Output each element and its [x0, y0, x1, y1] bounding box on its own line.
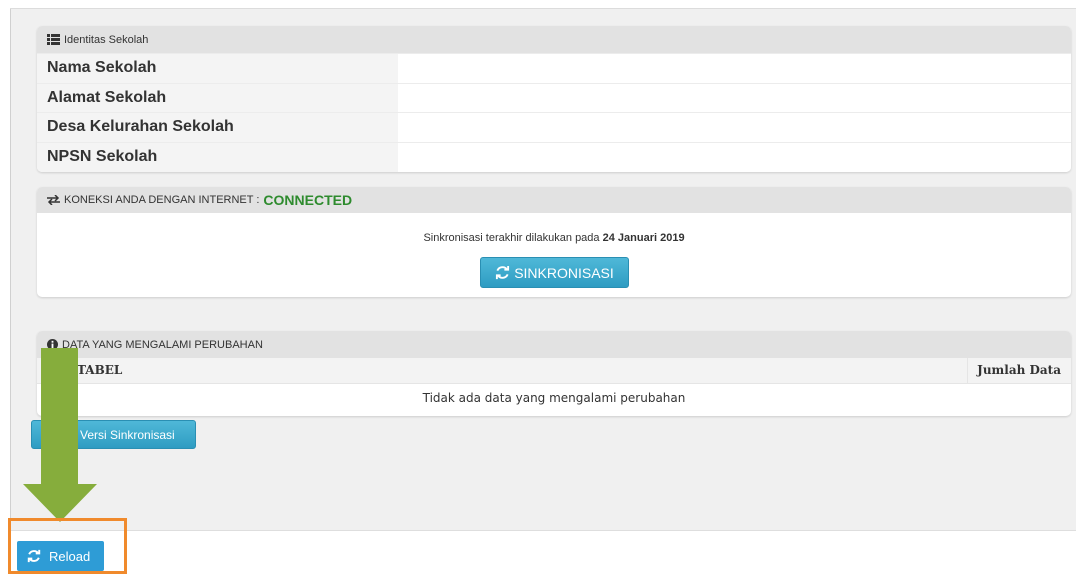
refresh-icon — [495, 265, 510, 280]
perubahan-title: DATA YANG MENGALAMI PERUBAHAN — [62, 338, 263, 351]
annotation-arrow-shaft — [41, 348, 78, 486]
table-row: NPSN Sekolah — [37, 141, 1071, 172]
identitas-table: Nama Sekolah Alamat Sekolah Desa Kelurah… — [37, 53, 1071, 172]
nama-sekolah-label: Nama Sekolah — [37, 53, 398, 83]
last-sync-date: 24 Januari 2019 — [602, 232, 685, 244]
column-jumlah-data: Jumlah Data — [966, 358, 1071, 384]
identitas-panel-header: Identitas Sekolah — [37, 26, 1071, 53]
column-tabel: TABEL — [77, 358, 967, 384]
last-sync-info: Sinkronisasi terakhir dilakukan pada 24 … — [37, 232, 1071, 244]
identitas-panel: Identitas Sekolah Nama Sekolah Alamat Se… — [37, 26, 1071, 172]
table-row: Desa Kelurahan Sekolah — [37, 112, 1071, 142]
page: Identitas Sekolah Nama Sekolah Alamat Se… — [0, 0, 1076, 574]
nama-sekolah-value — [398, 53, 1071, 83]
refresh-icon — [27, 549, 41, 563]
reload-label: Reload — [49, 548, 91, 564]
content-area: Identitas Sekolah Nama Sekolah Alamat Se… — [10, 8, 1076, 530]
versi-sinkronisasi-label: e Versi Sinkronisasi — [70, 427, 175, 442]
npsn-label: NPSN Sekolah — [37, 141, 398, 172]
footer-divider — [10, 530, 1076, 531]
empty-message: Tidak ada data yang mengalami perubahan — [422, 391, 686, 406]
annotation-arrow-head — [23, 484, 97, 522]
table-header-row: N TABEL Jumlah Data — [37, 358, 1071, 384]
connection-status: CONNECTED — [263, 192, 353, 208]
koneksi-title: KONEKSI ANDA DENGAN INTERNET : — [64, 194, 260, 206]
table-row: Tidak ada data yang mengalami perubahan — [37, 383, 1071, 413]
table-row: Alamat Sekolah — [37, 82, 1071, 113]
perubahan-table: N TABEL Jumlah Data Tidak ada data yang … — [37, 358, 1071, 413]
npsn-value — [398, 141, 1071, 172]
last-sync-prefix: Sinkronisasi terakhir dilakukan pada — [423, 232, 600, 244]
identitas-title: Identitas Sekolah — [64, 33, 149, 46]
koneksi-panel-header: KONEKSI ANDA DENGAN INTERNET : CONNECTED — [37, 187, 1071, 213]
sinkronisasi-button[interactable]: SINKRONISASI — [480, 257, 629, 288]
perubahan-panel: DATA YANG MENGALAMI PERUBAHAN N TABEL Ju… — [37, 331, 1071, 416]
desa-kelurahan-label: Desa Kelurahan Sekolah — [37, 112, 398, 142]
reload-button[interactable]: Reload — [17, 541, 104, 571]
koneksi-panel: KONEKSI ANDA DENGAN INTERNET : CONNECTED… — [37, 187, 1071, 297]
exchange-icon — [47, 195, 60, 205]
sinkronisasi-label: SINKRONISASI — [514, 264, 614, 281]
alamat-sekolah-value — [398, 82, 1071, 113]
list-icon — [47, 34, 60, 45]
desa-kelurahan-value — [398, 112, 1071, 142]
alamat-sekolah-label: Alamat Sekolah — [37, 82, 398, 113]
perubahan-panel-header: DATA YANG MENGALAMI PERUBAHAN — [37, 331, 1071, 358]
table-row: Nama Sekolah — [37, 53, 1071, 83]
